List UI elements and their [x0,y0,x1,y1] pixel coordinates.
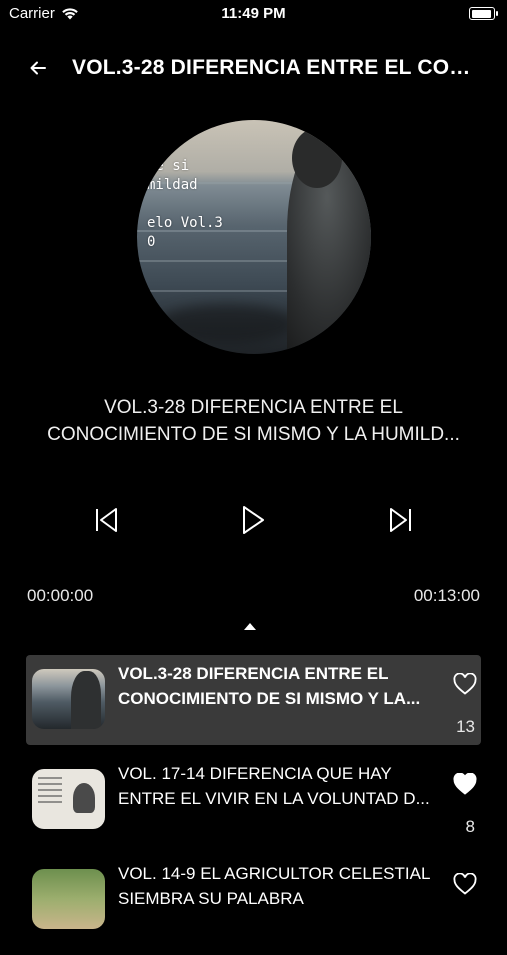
track-title-line: ENTRE EL VIVIR EN LA VOLUNTAD D... [118,789,430,808]
heart-filled-icon [453,772,477,795]
play-button[interactable] [233,500,273,540]
player-controls [0,500,507,540]
playlist-item[interactable]: VOL. 14-9 EL AGRICULTOR CELESTIAL SIEMBR… [26,855,481,945]
like-button[interactable] [453,772,477,795]
arrow-left-icon [30,61,46,75]
heart-outline-icon [453,872,477,895]
expand-playlist-button[interactable] [243,623,257,633]
battery-fill [471,9,491,18]
heart-outline-icon [453,672,477,695]
header: VOL.3-28 DIFERENCIA ENTRE EL CONOCIMIENT… [0,50,507,90]
like-count: 13 [456,717,475,736]
play-icon [243,506,264,534]
like-button[interactable] [453,872,477,895]
elapsed-time: 00:00:00 [27,586,94,605]
artwork-overlay-text: l de si mildad elo Vol.3 0 [147,139,223,250]
page-title: VOL.3-28 DIFERENCIA ENTRE EL CONOCIMIENT… [72,56,477,79]
track-title: VOL.3-28 DIFERENCIA ENTRE EL CONOCIMIENT… [118,661,441,711]
battery-icon [469,7,498,20]
now-playing-title: VOL.3-28 DIFERENCIA ENTRE EL CONOCIMIENT… [20,394,487,448]
like-count: 8 [465,817,475,836]
skip-next-icon [390,508,411,532]
like-button[interactable] [453,672,477,695]
track-title-line: CONOCIMIENTO DE SI MISMO Y LA... [118,689,421,708]
now-playing-title-line: CONOCIMIENTO DE SI MISMO Y LA HUMILD... [47,424,460,445]
track-title-line: VOL. 14-9 EL AGRICULTOR CELESTIAL [118,864,431,883]
track-thumbnail [32,769,105,829]
track-title-line: SIEMBRA SU PALABRA [118,889,304,908]
playlist: VOL.3-28 DIFERENCIA ENTRE EL CONOCIMIENT… [26,655,481,955]
total-time: 00:13:00 [413,586,480,605]
status-bar: Carrier 11:49 PM [0,0,507,30]
skip-previous-icon [96,508,117,532]
artwork-figure-head [292,128,342,188]
track-thumbnail [32,669,105,729]
album-artwork: l de si mildad elo Vol.3 0 [137,120,371,354]
next-button[interactable] [380,500,420,540]
now-playing-title-line: VOL.3-28 DIFERENCIA ENTRE EL [104,397,403,418]
track-thumbnail [32,869,105,929]
playlist-item[interactable]: VOL.3-28 DIFERENCIA ENTRE EL CONOCIMIENT… [26,655,481,745]
artwork-rock [157,304,297,344]
caret-up-icon [244,623,256,630]
status-time: 11:49 PM [221,5,286,22]
track-title-line: VOL. 17-14 DIFERENCIA QUE HAY [118,764,392,783]
track-title: VOL. 17-14 DIFERENCIA QUE HAY ENTRE EL V… [118,761,441,811]
track-title: VOL. 14-9 EL AGRICULTOR CELESTIAL SIEMBR… [118,861,441,911]
previous-button[interactable] [87,500,127,540]
playlist-item[interactable]: VOL. 17-14 DIFERENCIA QUE HAY ENTRE EL V… [26,755,481,845]
back-button[interactable] [26,56,50,80]
track-title-line: VOL.3-28 DIFERENCIA ENTRE EL [118,664,389,683]
